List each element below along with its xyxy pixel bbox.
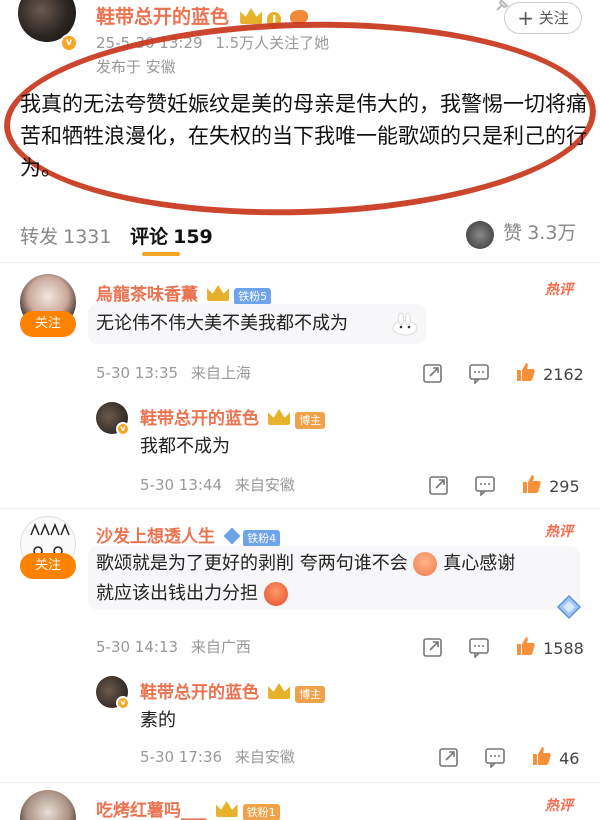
reply-text: 我都不成为 bbox=[140, 436, 230, 457]
blogger-badge: 博主 bbox=[295, 412, 326, 429]
crown-icon bbox=[268, 683, 291, 699]
fan-badge: 铁粉4 bbox=[243, 530, 281, 547]
like-button[interactable]: 46 bbox=[530, 744, 579, 768]
plus-icon: + bbox=[517, 6, 534, 30]
comment-time: 5-30 14:13 bbox=[96, 638, 179, 656]
active-tab-indicator bbox=[142, 252, 180, 256]
reply-time: 5-30 13:44 bbox=[140, 476, 223, 494]
comment-avatar[interactable] bbox=[20, 790, 76, 820]
reply-meta: 5-30 17:36 来自安徽 bbox=[140, 746, 295, 767]
tab-comments[interactable]: 评论 159 bbox=[130, 222, 213, 249]
like-count: 1588 bbox=[543, 639, 584, 658]
reply-author[interactable]: 鞋带总开的蓝色 bbox=[140, 683, 259, 703]
thumbs-up-icon bbox=[517, 363, 535, 381]
commenter-name[interactable]: 沙发上想透人生 bbox=[96, 527, 215, 547]
tabs-divider bbox=[0, 262, 600, 263]
like-button[interactable]: 1588 bbox=[514, 634, 584, 658]
share-icon[interactable] bbox=[422, 636, 444, 658]
comment-location: 来自广西 bbox=[190, 638, 251, 656]
angry-face-icon bbox=[263, 582, 288, 606]
thumbs-up-icon bbox=[517, 637, 535, 655]
comment-text-part: 歌颂就是为了更好的剥削 夸两句谁不会 bbox=[96, 553, 408, 574]
comment-icon[interactable] bbox=[468, 362, 490, 385]
reply-header: 鞋带总开的蓝色 博主 bbox=[140, 404, 326, 429]
reply-meta: 5-30 13:44 来自安徽 bbox=[140, 474, 295, 495]
reply-author[interactable]: 鞋带总开的蓝色 bbox=[140, 409, 259, 429]
verified-icon: v bbox=[116, 696, 130, 710]
thumbs-up-icon bbox=[523, 475, 541, 493]
tab-repost[interactable]: 转发 1331 bbox=[20, 222, 111, 249]
blogger-badge: 博主 bbox=[295, 686, 326, 703]
verified-icon: v bbox=[116, 422, 130, 436]
follow-commenter-button[interactable]: 关注 bbox=[20, 311, 76, 337]
fan-badge: 铁粉1 bbox=[242, 804, 280, 820]
tab-comments-label: 评论 bbox=[130, 226, 169, 248]
hot-comment-tag: 热评 bbox=[545, 798, 573, 814]
comment-location: 来自上海 bbox=[190, 364, 251, 382]
comment-text-part: 就应该出钱出力分担 bbox=[96, 583, 258, 604]
crown-icon bbox=[268, 409, 291, 425]
commenter-name[interactable]: 烏龍茶味香薫 bbox=[96, 285, 198, 305]
comment-meta: 5-30 13:35 来自上海 bbox=[96, 362, 251, 383]
bunny-sticker-icon bbox=[390, 312, 420, 336]
thumbs-up-icon bbox=[533, 747, 551, 765]
follow-commenter-button[interactable]: 关注 bbox=[20, 553, 76, 579]
comment-divider bbox=[0, 508, 600, 509]
gem-sticker-icon bbox=[556, 594, 582, 620]
comment-text-part: 真心感谢 bbox=[443, 553, 516, 574]
tab-likes-count: 3.3万 bbox=[527, 222, 577, 244]
reply-location: 来自安徽 bbox=[234, 748, 295, 766]
comment-icon[interactable] bbox=[468, 636, 490, 659]
comment-divider bbox=[0, 782, 600, 783]
comment-text-line1: 歌颂就是为了更好的剥削 夸两句谁不会 真心感谢 bbox=[96, 549, 515, 579]
commenter-name[interactable]: 吃烤红薯吗___ bbox=[96, 801, 207, 820]
hot-comment-tag: 热评 bbox=[545, 524, 573, 540]
crown-icon bbox=[215, 801, 238, 817]
comment-meta: 5-30 14:13 来自广西 bbox=[96, 636, 251, 657]
tab-comments-count: 159 bbox=[173, 226, 213, 248]
reply-text: 素的 bbox=[140, 710, 176, 731]
comment-icon[interactable] bbox=[474, 474, 496, 497]
like-count: 46 bbox=[559, 749, 580, 768]
crown-icon bbox=[240, 8, 263, 24]
tab-repost-label: 转发 bbox=[20, 226, 59, 248]
hot-comment-tag: 热评 bbox=[545, 282, 573, 298]
share-icon[interactable] bbox=[438, 746, 460, 768]
cheeky-face-icon bbox=[413, 552, 438, 576]
like-button[interactable]: 295 bbox=[520, 472, 580, 496]
comment-header: 吃烤红薯吗___ 铁粉1 bbox=[96, 796, 280, 820]
diamond-icon bbox=[223, 527, 241, 545]
share-icon[interactable] bbox=[422, 362, 444, 384]
verified-icon: v bbox=[60, 34, 78, 52]
post-body: 我真的无法夸赞妊娠纹是美的母亲是伟大的，我警惕一切将痛苦和牺牲浪漫化，在失权的当… bbox=[20, 92, 587, 180]
share-icon[interactable] bbox=[428, 474, 450, 496]
comment-header: 烏龍茶味香薫 铁粉5 bbox=[96, 280, 272, 305]
tab-likes[interactable]: 赞 3.3万 bbox=[466, 218, 576, 249]
fan-badge: 铁粉5 bbox=[234, 288, 272, 305]
tab-likes-label: 赞 bbox=[503, 222, 523, 244]
crown-icon bbox=[207, 285, 230, 301]
liker-avatar bbox=[466, 220, 494, 249]
follow-button-label: 关注 bbox=[538, 9, 569, 27]
reply-header: 鞋带总开的蓝色 博主 bbox=[140, 678, 326, 703]
comment-time: 5-30 13:35 bbox=[96, 364, 179, 382]
reply-time: 5-30 17:36 bbox=[140, 748, 223, 766]
follow-button[interactable]: + 关注 bbox=[504, 2, 582, 34]
reply-location: 来自安徽 bbox=[234, 476, 295, 494]
comment-text-line2: 就应该出钱出力分担 bbox=[96, 579, 288, 609]
like-count: 295 bbox=[549, 477, 580, 496]
comment-text: 无论伟不伟大美不美我都不成为 bbox=[96, 313, 348, 334]
like-button[interactable]: 2162 bbox=[514, 360, 584, 384]
comment-header: 沙发上想透人生 铁粉4 bbox=[96, 522, 281, 547]
like-count: 2162 bbox=[543, 365, 584, 384]
tab-repost-count: 1331 bbox=[63, 226, 112, 248]
post-author-name[interactable]: 鞋带总开的蓝色 bbox=[96, 6, 229, 28]
comment-icon[interactable] bbox=[484, 746, 506, 769]
